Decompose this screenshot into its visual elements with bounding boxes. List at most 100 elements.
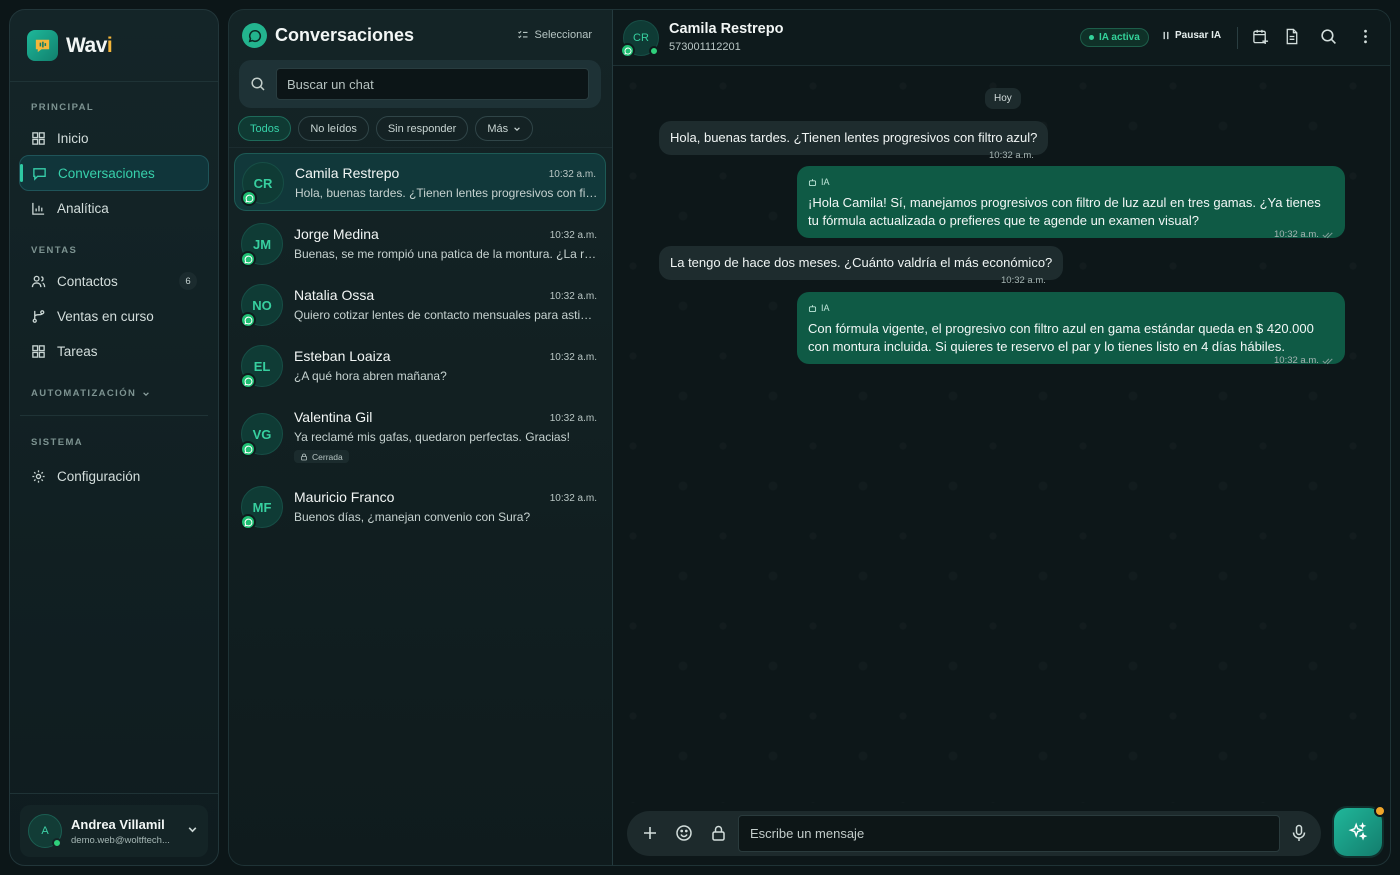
filter-mas[interactable]: Más xyxy=(475,116,534,141)
message-preview: ¿A qué hora abren mañana? xyxy=(294,369,447,383)
chat-icon xyxy=(33,167,46,181)
branch-icon xyxy=(32,309,45,323)
contact-name: Natalia Ossa xyxy=(294,287,375,303)
filter-chips: Todos No leídos Sin responder Más xyxy=(238,116,534,141)
message-time: 10:32 a.m. xyxy=(989,150,1034,161)
whatsapp-icon xyxy=(240,373,256,389)
conversation-item[interactable]: MF Mauricio Franco 10:32 a.m. Buenos día… xyxy=(234,478,606,536)
avatar[interactable]: CR xyxy=(620,20,659,58)
select-button[interactable]: Seleccionar xyxy=(517,29,592,41)
section-ventas: VENTAS xyxy=(31,245,78,256)
conversation-item[interactable]: CR Camila Restrepo 10:32 a.m. Hola, buen… xyxy=(234,153,606,211)
message-text: Hola, buenas tardes. ¿Tienen lentes prog… xyxy=(670,130,1038,145)
emoji-icon[interactable] xyxy=(675,824,693,842)
brand[interactable]: Wavi xyxy=(27,30,113,61)
contacts-count-badge: 6 xyxy=(179,272,197,290)
filter-todos[interactable]: Todos xyxy=(238,116,292,141)
search-box xyxy=(239,60,601,108)
contact-name: Mauricio Franco xyxy=(294,489,395,505)
section-automatizacion-toggle[interactable]: AUTOMATIZACIÓN xyxy=(31,388,150,399)
filter-sin-responder[interactable]: Sin responder xyxy=(375,116,469,141)
message-input[interactable] xyxy=(738,815,1280,852)
lock-icon[interactable] xyxy=(710,824,727,842)
conversation-time: 10:32 a.m. xyxy=(549,352,597,363)
sidebar-item-label: Conversaciones xyxy=(58,165,155,181)
message-outgoing: IA Con fórmula vigente, el progresivo co… xyxy=(797,292,1345,364)
message-text: Con fórmula vigente, el progresivo con f… xyxy=(808,321,1314,354)
message-time: 10:32 a.m. xyxy=(1001,275,1046,286)
message-outgoing: IA ¡Hola Camila! Sí, manejamos progresiv… xyxy=(797,166,1345,238)
message-thread: Hoy Hola, buenas tardes. ¿Tienen lentes … xyxy=(613,66,1390,803)
brand-name: Wavi xyxy=(66,33,113,57)
chevron-down-icon xyxy=(188,827,197,833)
chevron-down-icon xyxy=(143,391,150,396)
sidebar-item-contactos[interactable]: Contactos 6 xyxy=(19,263,209,299)
sidebar-item-inicio[interactable]: Inicio xyxy=(19,120,209,156)
user-menu[interactable]: A Andrea Villamil demo.web@woltftech... xyxy=(20,805,208,857)
message-preview: Quiero cotizar lentes de contacto mensua… xyxy=(294,308,597,322)
double-check-icon xyxy=(1322,231,1333,238)
document-icon[interactable] xyxy=(1284,28,1300,45)
sidebar-item-tareas[interactable]: Tareas xyxy=(19,333,209,369)
wavi-logo-icon xyxy=(27,30,58,61)
sidebar-divider xyxy=(10,793,218,794)
user-name: Andrea Villamil xyxy=(71,816,165,832)
online-status-dot xyxy=(52,838,62,848)
grid-icon xyxy=(32,131,45,145)
robot-icon xyxy=(808,178,817,186)
conversation-time: 10:32 a.m. xyxy=(549,413,597,424)
chevron-down-icon xyxy=(514,126,520,131)
message-text: La tengo de hace dos meses. ¿Cuánto vald… xyxy=(670,255,1053,270)
checklist-icon xyxy=(517,30,528,39)
conversation-item[interactable]: JM Jorge Medina 10:32 a.m. Buenas, se me… xyxy=(234,215,606,273)
user-email: demo.web@woltftech... xyxy=(71,834,170,846)
sidebar: Wavi PRINCIPAL Inicio Conversaciones Ana… xyxy=(9,9,219,866)
pause-icon xyxy=(1163,31,1169,40)
sparkles-icon xyxy=(1348,822,1368,841)
contact-name: Valentina Gil xyxy=(294,409,373,425)
sidebar-item-label: Contactos xyxy=(57,273,118,289)
whatsapp-icon xyxy=(240,251,256,267)
chat-list-panel: Conversaciones Seleccionar Todos No leíd… xyxy=(228,9,612,866)
sidebar-item-label: Tareas xyxy=(57,343,98,359)
search-icon[interactable] xyxy=(1320,28,1337,45)
section-principal: PRINCIPAL xyxy=(31,102,95,113)
message-time: 10:32 a.m. xyxy=(1274,229,1334,240)
whatsapp-icon xyxy=(240,514,256,530)
ia-label: IA xyxy=(808,173,1334,191)
status-dot xyxy=(1089,35,1094,40)
plus-icon[interactable] xyxy=(641,824,659,842)
message-composer xyxy=(627,811,1321,856)
conversation-item[interactable]: VG Valentina Gil 10:32 a.m. Ya reclamé m… xyxy=(234,398,606,468)
users-icon xyxy=(31,275,46,287)
double-check-icon xyxy=(1322,357,1333,364)
whatsapp-icon xyxy=(620,43,635,58)
sidebar-item-configuracion[interactable]: Configuración xyxy=(19,458,209,494)
robot-icon xyxy=(808,304,817,312)
sidebar-item-analitica[interactable]: Analítica xyxy=(19,190,209,226)
search-input[interactable] xyxy=(276,68,589,100)
message-time: 10:32 a.m. xyxy=(1274,355,1334,366)
divider xyxy=(1237,27,1238,49)
conversation-time: 10:32 a.m. xyxy=(549,230,597,241)
pause-ia-button[interactable]: Pausar IA xyxy=(1162,30,1221,41)
sidebar-item-ventas-en-curso[interactable]: Ventas en curso xyxy=(19,298,209,334)
grid-icon xyxy=(32,344,45,358)
contact-name[interactable]: Camila Restrepo xyxy=(669,21,783,37)
microphone-icon[interactable] xyxy=(1291,824,1307,842)
conversation-time: 10:32 a.m. xyxy=(549,493,597,504)
ai-assistant-button[interactable] xyxy=(1334,805,1386,856)
conversation-item[interactable]: NO Natalia Ossa 10:32 a.m. Quiero cotiza… xyxy=(234,276,606,334)
conversation-item[interactable]: EL Esteban Loaiza 10:32 a.m. ¿A qué hora… xyxy=(234,337,606,395)
filter-no-leidos[interactable]: No leídos xyxy=(298,116,369,141)
sidebar-item-conversaciones[interactable]: Conversaciones xyxy=(19,155,209,191)
conversation-time: 10:32 a.m. xyxy=(548,169,596,180)
contact-name: Camila Restrepo xyxy=(295,165,400,181)
more-vertical-icon[interactable] xyxy=(1357,28,1374,45)
lock-icon xyxy=(301,453,307,460)
contact-name: Esteban Loaiza xyxy=(294,348,391,364)
chat-bubble-icon xyxy=(242,23,267,48)
calendar-add-icon[interactable] xyxy=(1252,28,1269,45)
message-preview: Hola, buenas tardes. ¿Tienen lentes prog… xyxy=(295,186,598,200)
message-preview: Buenas, se me rompió una patica de la mo… xyxy=(294,247,597,261)
